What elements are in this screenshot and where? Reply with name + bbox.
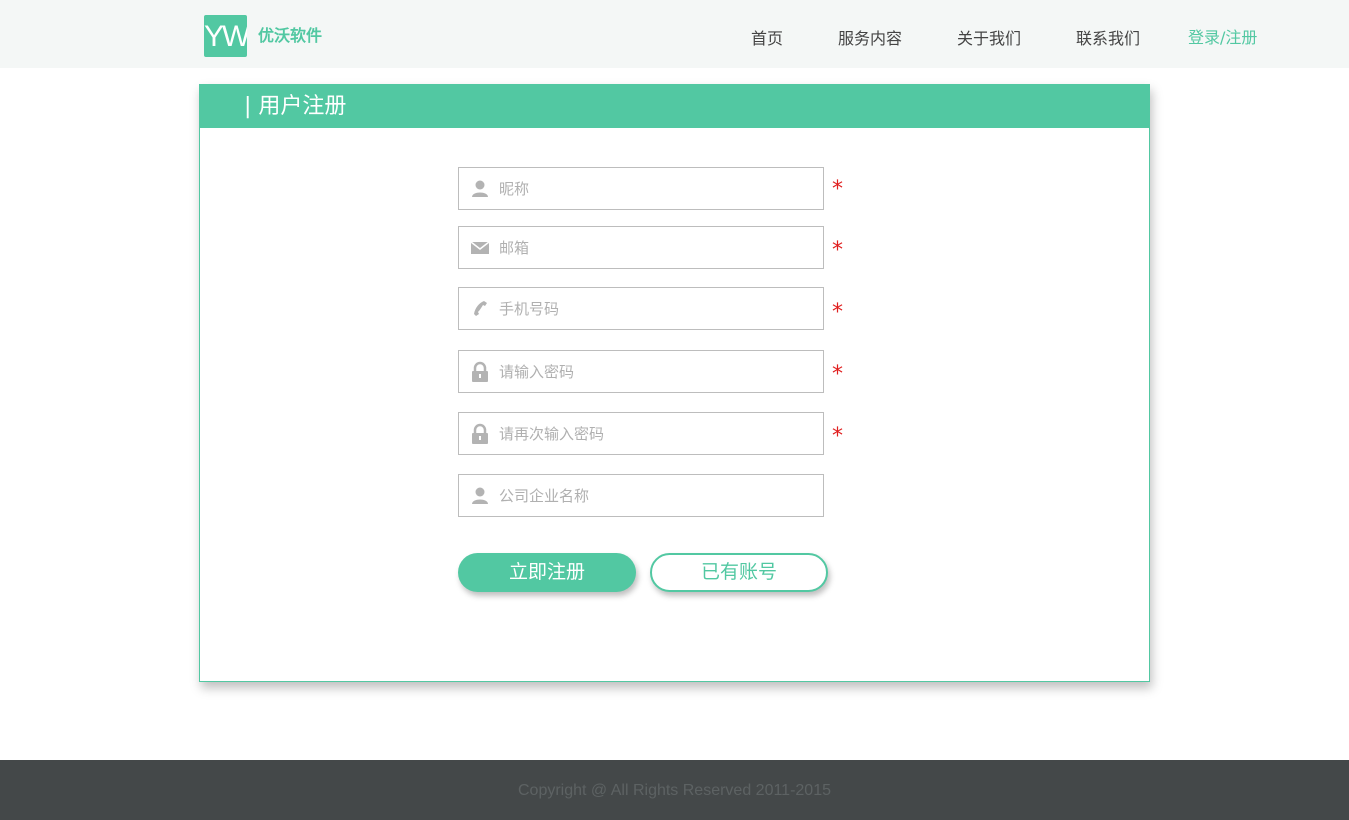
logo-letters: YW [204,20,247,53]
password-input[interactable] [499,351,817,392]
user-icon [469,178,491,200]
phone-icon [469,298,491,320]
required-mark: * [832,177,843,202]
nav-about[interactable]: 关于我们 [957,28,1021,50]
lock-icon [469,423,491,445]
card-title: | 用户注册 [244,94,347,119]
brand-logo[interactable]: YW [204,15,247,57]
card-header: | 用户注册 [200,85,1149,128]
nav-login-register[interactable]: 登录/注册 [1188,27,1257,49]
email-input[interactable] [499,227,817,268]
confirm-password-input[interactable] [499,413,817,454]
company-field[interactable] [458,474,824,517]
company-input[interactable] [499,475,817,516]
brand-name[interactable]: 优沃软件 [258,25,322,47]
phone-input[interactable] [499,288,817,329]
email-field[interactable] [458,226,824,269]
nav-services[interactable]: 服务内容 [838,28,902,50]
phone-field[interactable] [458,287,824,330]
required-mark: * [832,362,843,387]
envelope-icon [469,237,491,259]
required-mark: * [832,424,843,449]
copyright-text: Copyright @ All Rights Reserved 2011-201… [518,782,831,799]
required-mark: * [832,238,843,263]
footer: Copyright @ All Rights Reserved 2011-201… [0,760,1349,820]
nickname-input[interactable] [499,168,817,209]
user-icon [469,485,491,507]
lock-icon [469,361,491,383]
register-card: | 用户注册 * * * * * [199,84,1150,682]
nav-home[interactable]: 首页 [751,28,783,50]
required-mark: * [832,300,843,325]
register-button[interactable]: 立即注册 [458,553,636,592]
top-header: YW 优沃软件 首页 服务内容 关于我们 联系我们 登录/注册 [0,0,1349,68]
password-field[interactable] [458,350,824,393]
confirm-password-field[interactable] [458,412,824,455]
nav-contact[interactable]: 联系我们 [1076,28,1140,50]
nickname-field[interactable] [458,167,824,210]
have-account-button[interactable]: 已有账号 [650,553,828,592]
